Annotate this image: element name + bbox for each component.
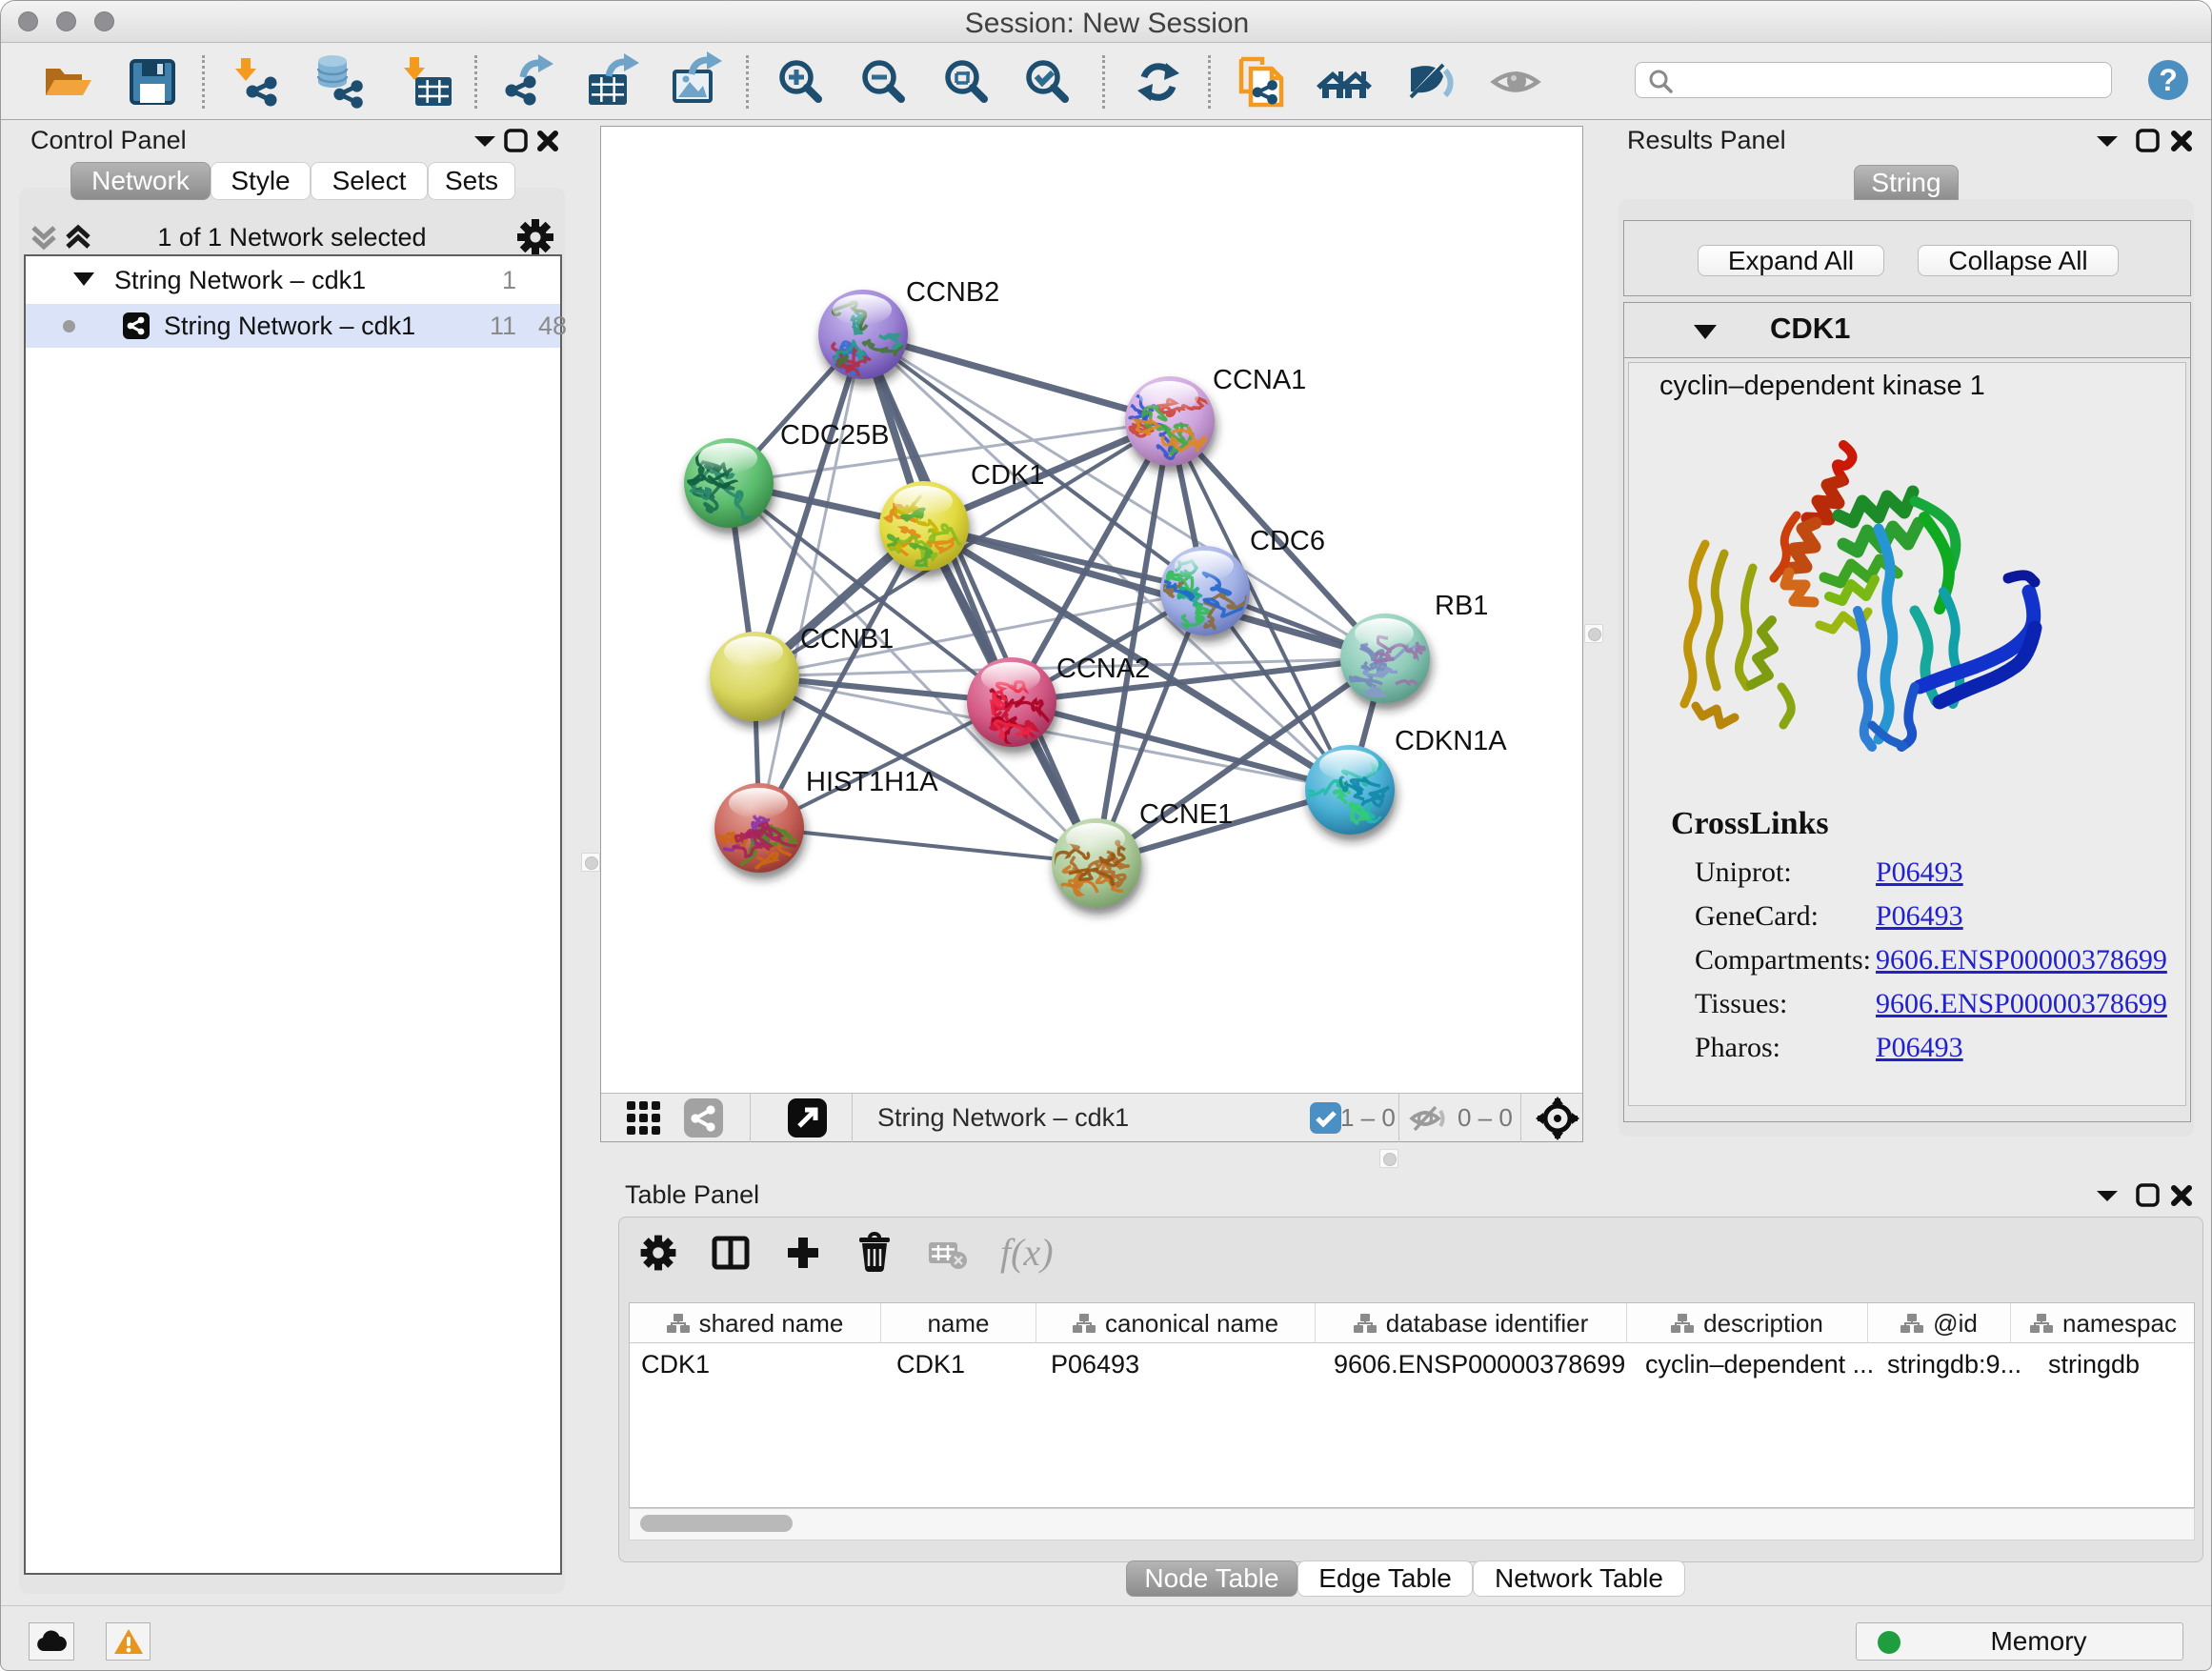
svg-text:CDK1: CDK1 [971, 460, 1044, 491]
svg-text:CCNB2: CCNB2 [906, 277, 999, 308]
svg-text:RB1: RB1 [1435, 591, 1488, 621]
svg-text:CCNE1: CCNE1 [1139, 799, 1233, 830]
svg-text:CCNB1: CCNB1 [800, 624, 894, 654]
svg-text:HIST1H1A: HIST1H1A [806, 767, 938, 797]
svg-text:CDC25B: CDC25B [780, 420, 889, 451]
svg-text:CDKN1A: CDKN1A [1395, 726, 1507, 756]
svg-text:CDC6: CDC6 [1250, 526, 1325, 556]
svg-text:?: ? [2159, 63, 2178, 97]
svg-text:CCNA2: CCNA2 [1056, 654, 1150, 684]
svg-text:CCNA1: CCNA1 [1213, 365, 1306, 395]
svg-text:f(x): f(x) [1000, 1231, 1054, 1274]
